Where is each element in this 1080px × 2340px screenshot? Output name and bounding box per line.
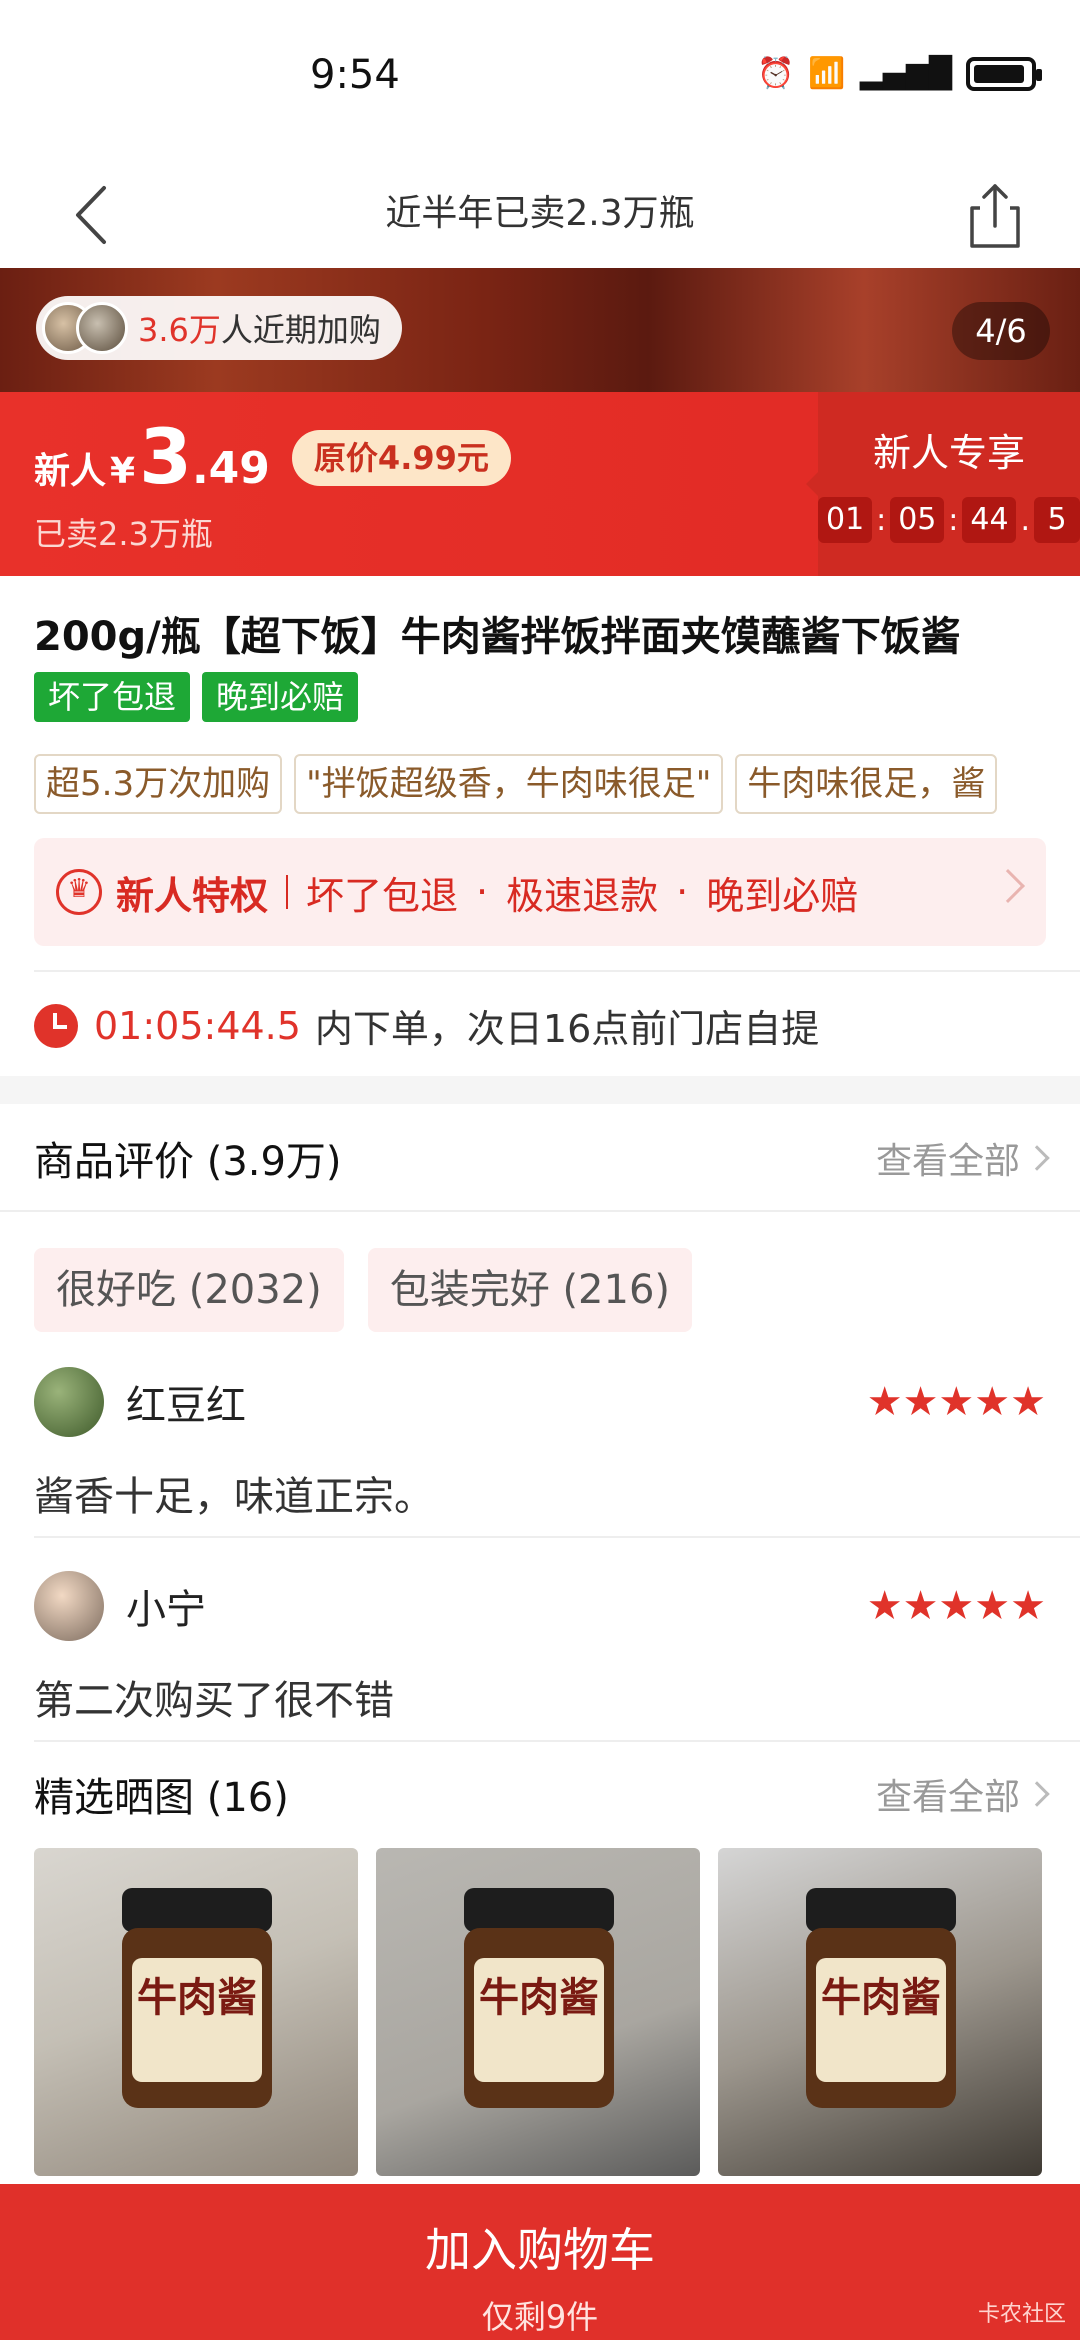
price-integer: 3	[139, 412, 192, 501]
image-counter: 4/6	[952, 302, 1050, 360]
sold-count: 已卖2.3万瓶	[34, 515, 213, 553]
alarm-icon: ⏰	[756, 56, 795, 91]
see-all-label: 查看全部	[875, 1777, 1020, 1818]
share-icon	[970, 184, 1020, 248]
avatar	[34, 1571, 104, 1641]
reviewer-name: 红豆红	[126, 1383, 246, 1429]
battery-icon	[966, 56, 1042, 91]
star-rating: ★★★★★	[866, 1583, 1046, 1629]
reviewer-name: 小宁	[126, 1587, 206, 1633]
privilege-title: 新人特权	[116, 873, 269, 918]
countdown-hours: 01	[818, 497, 873, 543]
pickup-deadline: 01:05:44.5	[94, 1003, 301, 1048]
keyword-chip[interactable]: 很好吃 (2032)	[34, 1248, 344, 1332]
newbie-exclusive-panel: 新人专享 01 : 05 : 44 . 5	[806, 392, 1080, 576]
reviews-see-all-link[interactable]: 查看全部	[875, 1132, 1050, 1184]
pickup-info: 01:05:44.5 内下单，次日16点前门店自提	[34, 998, 819, 1053]
status-icons: ⏰ 📶 ▂▄▆█	[756, 56, 1042, 91]
countdown-seconds: 44	[962, 497, 1017, 543]
privilege-item: 晚到必赔	[706, 873, 859, 918]
chevron-right-icon	[991, 869, 1025, 903]
photos-header: 精选晒图 (16) 查看全部	[34, 1754, 1050, 1834]
product-image-carousel[interactable]: 3.6万 人近期加购 4/6	[0, 268, 1080, 392]
countdown-minutes: 05	[890, 497, 945, 543]
clock-icon	[34, 1003, 78, 1048]
photos-title: 精选晒图 (16)	[34, 1775, 289, 1821]
currency-symbol: ¥	[110, 451, 136, 492]
guarantee-tag: 坏了包退	[34, 672, 191, 722]
price-block: 新人 ¥ 3 .49 原价4.99元 已卖2.3万瓶	[34, 412, 511, 555]
highlight-tag: "拌饭超级香，牛肉味很足"	[294, 754, 724, 814]
review-photo[interactable]: 牛肉酱	[34, 1848, 358, 2176]
see-all-label: 查看全部	[875, 1141, 1020, 1182]
share-button[interactable]	[950, 170, 1040, 260]
buyers-count: 3.6万	[138, 311, 221, 349]
wifi-icon: 📶	[808, 56, 846, 91]
privilege-item: 极速退款	[506, 873, 659, 918]
jar-label: 牛肉酱	[816, 1958, 946, 2082]
watermark: 卡农社区	[977, 2302, 1066, 2327]
buyers-text: 人近期加购	[220, 311, 381, 349]
status-time: 9:54	[310, 52, 400, 98]
crown-icon	[56, 869, 102, 915]
add-to-cart-button[interactable]: 加入购物车 仅剩9件	[0, 2184, 1080, 2340]
review-item: 小宁 ★★★★★ 第二次购买了很不错	[34, 1570, 1046, 1726]
jar-image: 牛肉酱	[464, 1888, 614, 2108]
countdown-timer: 01 : 05 : 44 . 5	[818, 497, 1080, 543]
stock-remaining: 仅剩9件	[481, 2298, 599, 2336]
add-to-cart-label: 加入购物车	[425, 2223, 655, 2277]
highlight-tag: 牛肉味很足，酱	[735, 754, 998, 814]
privilege-item: 坏了包退	[306, 873, 459, 918]
jar-label: 牛肉酱	[474, 1958, 604, 2082]
product-title: 200g/瓶【超下饭】牛肉酱拌饭拌面夹馍蘸酱下饭酱	[34, 614, 961, 660]
divider	[0, 1210, 1080, 1212]
review-text: 第二次购买了很不错	[34, 1678, 394, 1724]
price-prefix: 新人	[34, 451, 107, 492]
page-title: 近半年已卖2.3万瓶	[385, 193, 695, 234]
original-price-badge: 原价4.99元	[291, 430, 511, 486]
guarantee-tags: 坏了包退 晚到必赔	[34, 672, 359, 722]
jar-image: 牛肉酱	[122, 1888, 272, 2108]
review-photo[interactable]: 牛肉酱	[376, 1848, 700, 2176]
reviews-header: 商品评价 (3.9万) 查看全部	[34, 1118, 1050, 1198]
status-bar: 9:54 ⏰ 📶 ▂▄▆█	[0, 0, 1080, 160]
review-keywords: 很好吃 (2032) 包装完好 (216)	[34, 1248, 693, 1332]
review-text: 酱香十足，味道正宗。	[34, 1474, 434, 1520]
newbie-privilege-bar[interactable]: 新人特权 坏了包退 · 极速退款 · 晚到必赔	[34, 838, 1046, 946]
keyword-chip[interactable]: 包装完好 (216)	[367, 1248, 693, 1332]
review-photos: 牛肉酱 牛肉酱 牛肉酱	[34, 1848, 1042, 2176]
reviews-title: 商品评价 (3.9万)	[34, 1139, 342, 1185]
countdown-tenths: 5	[1034, 497, 1080, 543]
price-banner: 新人 ¥ 3 .49 原价4.99元 已卖2.3万瓶 新人专享 01 : 05 …	[0, 392, 1080, 576]
chevron-right-icon	[1024, 1781, 1050, 1807]
recent-buyers-pill: 3.6万 人近期加购	[36, 296, 402, 360]
highlight-tags: 超5.3万次加购 "拌饭超级香，牛肉味很足" 牛肉味很足，酱	[34, 754, 1080, 814]
star-rating: ★★★★★	[866, 1379, 1046, 1425]
signal-4g-icon: ▂▄▆█	[859, 56, 952, 91]
pickup-text: 内下单，次日16点前门店自提	[314, 1007, 820, 1051]
avatar	[76, 302, 128, 354]
jar-image: 牛肉酱	[806, 1888, 956, 2108]
divider	[34, 1740, 1080, 1742]
photos-see-all-link[interactable]: 查看全部	[875, 1768, 1050, 1820]
avatar	[34, 1367, 104, 1437]
buyer-avatars	[42, 302, 128, 354]
review-photo[interactable]: 牛肉酱	[718, 1848, 1042, 2176]
highlight-tag: 超5.3万次加购	[34, 754, 283, 814]
review-item: 红豆红 ★★★★★ 酱香十足，味道正宗。	[34, 1366, 1046, 1522]
chevron-right-icon	[1024, 1145, 1050, 1171]
reviews-section: 商品评价 (3.9万) 查看全部 很好吃 (2032) 包装完好 (216) 红…	[0, 1104, 1080, 2184]
newbie-exclusive-label: 新人专享	[872, 431, 1025, 475]
product-info: 200g/瓶【超下饭】牛肉酱拌饭拌面夹馍蘸酱下饭酱 坏了包退 晚到必赔 超5.3…	[0, 576, 1080, 1076]
top-nav: 近半年已卖2.3万瓶	[0, 160, 1080, 270]
divider	[34, 1536, 1080, 1538]
guarantee-tag: 晚到必赔	[202, 672, 359, 722]
jar-label: 牛肉酱	[132, 1958, 262, 2082]
price-decimal: .49	[191, 443, 270, 494]
divider	[34, 970, 1080, 972]
